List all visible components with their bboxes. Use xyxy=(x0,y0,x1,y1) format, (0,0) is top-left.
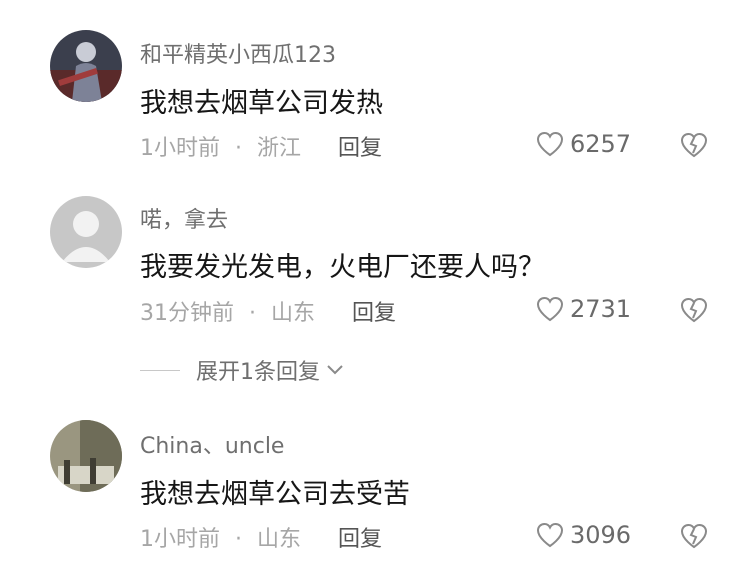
reply-button[interactable]: 回复 xyxy=(352,301,396,326)
timestamp: 1小时前 xyxy=(140,527,220,552)
comment-text: 我想去烟草公司去受苦 xyxy=(140,479,410,510)
broken-heart-icon xyxy=(680,523,708,549)
photo-avatar-icon xyxy=(50,420,122,492)
broken-heart-icon xyxy=(680,297,708,323)
comment-text: 我要发光发电，火电厂还要人吗？ xyxy=(140,252,545,283)
expand-divider-line xyxy=(140,369,180,371)
like-count: 6257 xyxy=(570,130,632,158)
comment-meta: 1小时前 · 山东 回复 xyxy=(140,521,382,553)
like-count: 3096 xyxy=(570,521,632,549)
chevron-down-icon xyxy=(327,365,343,375)
comment-meta: 31分钟前 · 山东 回复 xyxy=(140,295,396,327)
dislike-button[interactable] xyxy=(679,523,709,553)
default-user-avatar-icon xyxy=(50,196,122,268)
heart-icon xyxy=(536,522,564,548)
dislike-button[interactable] xyxy=(679,297,709,327)
heart-icon xyxy=(536,131,564,157)
like-button[interactable]: 6257 xyxy=(536,130,631,158)
broken-heart-icon xyxy=(680,132,708,158)
avatar[interactable] xyxy=(50,420,122,492)
avatar[interactable] xyxy=(50,30,122,102)
timestamp: 1小时前 xyxy=(140,136,220,161)
username[interactable]: 和平精英小西瓜123 xyxy=(140,37,336,69)
timestamp: 31分钟前 xyxy=(140,301,234,326)
like-button[interactable]: 3096 xyxy=(536,521,631,549)
comment-text: 我想去烟草公司发热 xyxy=(140,88,383,119)
expand-replies-label: 展开1条回复 xyxy=(196,360,320,385)
like-button[interactable]: 2731 xyxy=(536,295,631,323)
username[interactable]: 喏，拿去 xyxy=(140,202,228,234)
meta-separator: · xyxy=(249,301,256,326)
meta-separator: · xyxy=(235,527,242,552)
game-character-avatar-icon xyxy=(50,30,122,102)
location: 山东 xyxy=(257,527,302,552)
like-count: 2731 xyxy=(570,295,632,323)
meta-separator: · xyxy=(235,136,242,161)
location: 浙江 xyxy=(257,136,302,161)
heart-icon xyxy=(536,296,564,322)
avatar[interactable] xyxy=(50,196,122,268)
username[interactable]: China、uncle xyxy=(140,428,284,460)
dislike-button[interactable] xyxy=(679,132,709,162)
comment-meta: 1小时前 · 浙江 回复 xyxy=(140,130,382,162)
reply-button[interactable]: 回复 xyxy=(338,527,382,552)
expand-replies-button[interactable]: 展开1条回复 xyxy=(140,354,344,386)
location: 山东 xyxy=(271,301,316,326)
reply-button[interactable]: 回复 xyxy=(338,136,382,161)
